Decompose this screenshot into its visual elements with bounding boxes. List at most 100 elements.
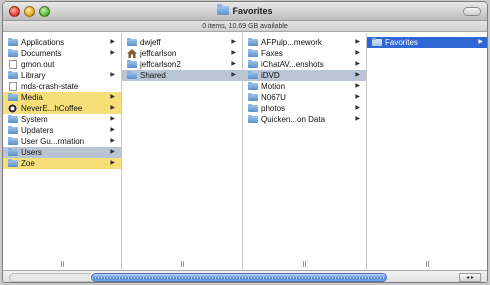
disclosure-arrow-icon: ▶: [231, 72, 236, 78]
column-resize-handle[interactable]: [180, 261, 185, 267]
folder-icon: [248, 60, 258, 68]
column-3-item[interactable]: AFPulp...mework ▶: [243, 37, 366, 48]
folder-icon: [8, 49, 18, 57]
item-label: Updaters: [21, 126, 54, 135]
item-label: Motion: [261, 82, 286, 91]
column-3-item[interactable]: N067U ▶: [243, 92, 366, 103]
folder-icon: [8, 115, 18, 123]
folder-icon: [248, 38, 258, 46]
item-label: AFPulp...mework: [261, 38, 322, 47]
disclosure-arrow-icon: ▶: [110, 149, 115, 155]
column-1-item[interactable]: Library ▶: [3, 70, 121, 81]
folder-icon: [248, 82, 258, 90]
folder-icon: [8, 137, 18, 145]
title-bar[interactable]: Favorites: [3, 2, 487, 21]
folder-icon: [372, 38, 382, 46]
column-2-item[interactable]: jeffcarlson ▶: [122, 48, 242, 59]
folder-icon: [248, 49, 258, 57]
column-1-item[interactable]: mds-crash-state: [3, 81, 121, 92]
item-label: N067U: [261, 93, 286, 102]
disclosure-arrow-icon: ▶: [110, 94, 115, 100]
folder-icon: [248, 115, 258, 123]
disclosure-arrow-icon: ▶: [355, 116, 360, 122]
column-2-item[interactable]: Shared ▶: [122, 70, 242, 81]
item-label: photos: [261, 104, 286, 113]
column-2[interactable]: dwjeff ▶ jeffcarlson ▶ jeffcarlson2 ▶ Shared ▶: [122, 33, 243, 270]
column-3-item[interactable]: photos ▶: [243, 103, 366, 114]
status-bar: 0 items, 10.69 GB available: [3, 21, 487, 32]
disclosure-arrow-icon: ▶: [355, 39, 360, 45]
item-label: Library: [21, 71, 46, 80]
column-3-item[interactable]: Motion ▶: [243, 81, 366, 92]
item-label: iDVD: [261, 71, 280, 80]
item-label: NeverE...hCoffee: [21, 104, 83, 113]
column-1-item[interactable]: System ▶: [3, 114, 121, 125]
column-2-item[interactable]: jeffcarlson2 ▶: [122, 59, 242, 70]
column-browser: Applications ▶ Documents ▶ gmon.out Library ▶ m…: [3, 33, 487, 270]
horizontal-scrollbar[interactable]: ◂ ▸: [3, 270, 487, 282]
column-1-item[interactable]: Media ▶: [3, 92, 121, 103]
disclosure-arrow-icon: ▶: [110, 39, 115, 45]
column-1-item[interactable]: Zoe ▶: [3, 158, 121, 169]
column-resize-handle[interactable]: [426, 261, 430, 267]
folder-icon: [217, 4, 230, 15]
item-label: gmon.out: [21, 60, 55, 69]
scroll-arrow-buttons[interactable]: ◂ ▸: [459, 273, 481, 282]
column-3-item[interactable]: iChatAV...enshots ▶: [243, 59, 366, 70]
column-3-item[interactable]: iDVD ▶: [243, 70, 366, 81]
home-icon: [127, 49, 137, 58]
column-1[interactable]: Applications ▶ Documents ▶ gmon.out Library ▶ m…: [3, 33, 122, 270]
column-3[interactable]: AFPulp...mework ▶ Faxes ▶ iChatAV...enshots ▶…: [243, 33, 367, 270]
toolbar-toggle-button[interactable]: [463, 7, 481, 16]
item-label: dwjeff: [140, 38, 161, 47]
disclosure-arrow-icon: ▶: [110, 105, 115, 111]
column-3-item[interactable]: Quicken...on Data ▶: [243, 114, 366, 125]
item-label: Documents: [21, 49, 62, 58]
document-icon: [9, 60, 17, 69]
item-label: Faxes: [261, 49, 283, 58]
column-4-item[interactable]: Favorites ▶: [367, 37, 487, 48]
item-label: Quicken...on Data: [261, 115, 326, 124]
item-label: Shared: [140, 71, 166, 80]
item-label: Zoe: [21, 159, 35, 168]
item-label: jeffcarlson2: [140, 60, 181, 69]
column-4[interactable]: Favorites ▶: [367, 33, 487, 270]
column-2-item[interactable]: dwjeff ▶: [122, 37, 242, 48]
item-label: User Gu...rmation: [21, 137, 85, 146]
disclosure-arrow-icon: ▶: [355, 94, 360, 100]
window-title: Favorites: [3, 4, 487, 16]
column-1-item[interactable]: Documents ▶: [3, 48, 121, 59]
scroll-thumb[interactable]: [91, 273, 387, 282]
window-title-label: Favorites: [232, 6, 273, 16]
folder-icon: [8, 93, 18, 101]
folder-icon: [248, 71, 258, 79]
item-label: Media: [21, 93, 43, 102]
column-1-item[interactable]: Updaters ▶: [3, 125, 121, 136]
disclosure-arrow-icon: ▶: [355, 50, 360, 56]
folder-icon: [127, 38, 137, 46]
folder-icon: [248, 104, 258, 112]
scroll-track[interactable]: [9, 273, 91, 282]
disclosure-arrow-icon: ▶: [110, 160, 115, 166]
item-label: iChatAV...enshots: [261, 60, 324, 69]
column-resize-handle[interactable]: [303, 261, 307, 267]
column-1-item[interactable]: Applications ▶: [3, 37, 121, 48]
column-1-item[interactable]: NeverE...hCoffee ▶: [3, 103, 121, 114]
item-label: System: [21, 115, 48, 124]
column-1-item[interactable]: User Gu...rmation ▶: [3, 136, 121, 147]
column-1-item[interactable]: gmon.out: [3, 59, 121, 70]
folder-icon: [248, 93, 258, 101]
folder-icon: [8, 159, 18, 167]
folder-icon: [8, 38, 18, 46]
column-3-item[interactable]: Faxes ▶: [243, 48, 366, 59]
column-1-item[interactable]: Users ▶: [3, 147, 121, 158]
finder-window: Favorites 0 items, 10.69 GB available Ap…: [2, 1, 488, 283]
disclosure-arrow-icon: ▶: [231, 50, 236, 56]
disclosure-arrow-icon: ▶: [355, 61, 360, 67]
folder-icon: [8, 126, 18, 134]
item-label: Users: [21, 148, 42, 157]
app-icon: [8, 104, 17, 113]
disclosure-arrow-icon: ▶: [110, 127, 115, 133]
disclosure-arrow-icon: ▶: [355, 105, 360, 111]
column-resize-handle[interactable]: [60, 261, 65, 267]
